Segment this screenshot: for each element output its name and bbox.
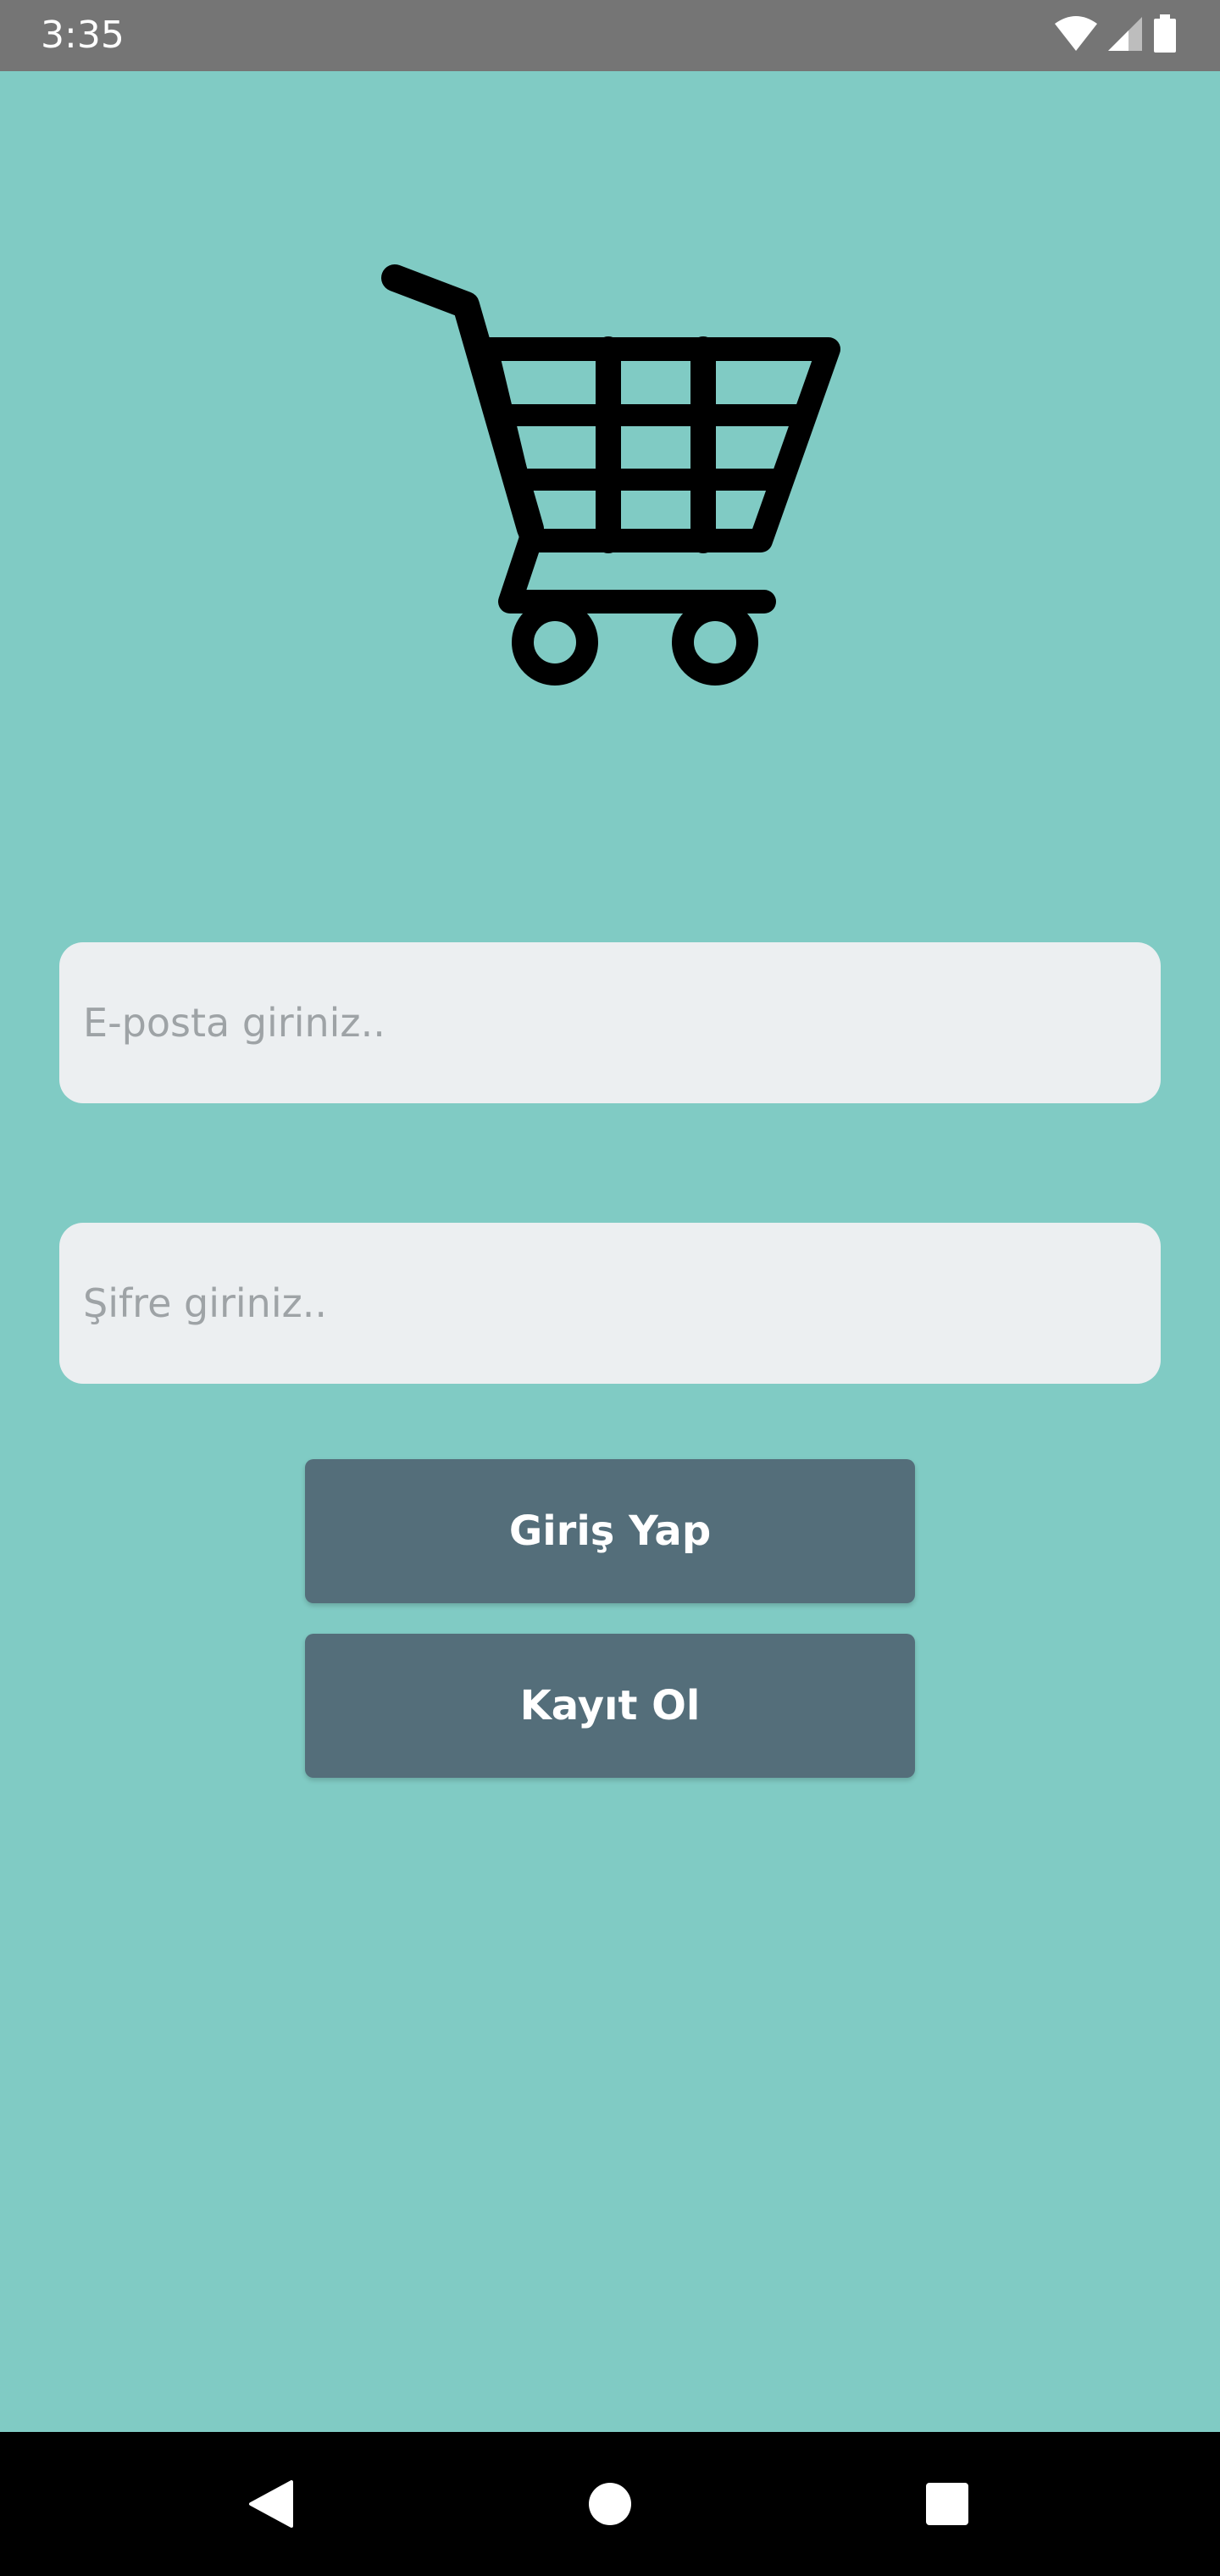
email-input[interactable] xyxy=(81,999,1139,1046)
navigation-bar xyxy=(0,2432,1220,2576)
status-icons xyxy=(1054,14,1178,58)
password-field[interactable] xyxy=(59,1223,1161,1384)
password-input[interactable] xyxy=(81,1280,1139,1327)
register-button[interactable]: Kayıt Ol xyxy=(305,1634,915,1778)
status-time: 3:35 xyxy=(41,14,125,57)
wifi-icon xyxy=(1054,15,1098,57)
cellular-signal-icon xyxy=(1106,15,1144,57)
login-button[interactable]: Giriş Yap xyxy=(305,1459,915,1603)
email-field[interactable] xyxy=(59,942,1161,1103)
shopping-cart-icon xyxy=(373,254,847,695)
status-bar: 3:35 xyxy=(0,0,1220,71)
battery-icon xyxy=(1152,14,1178,58)
recents-icon[interactable] xyxy=(901,2457,994,2551)
home-icon[interactable] xyxy=(563,2457,657,2551)
back-icon[interactable] xyxy=(225,2457,318,2551)
